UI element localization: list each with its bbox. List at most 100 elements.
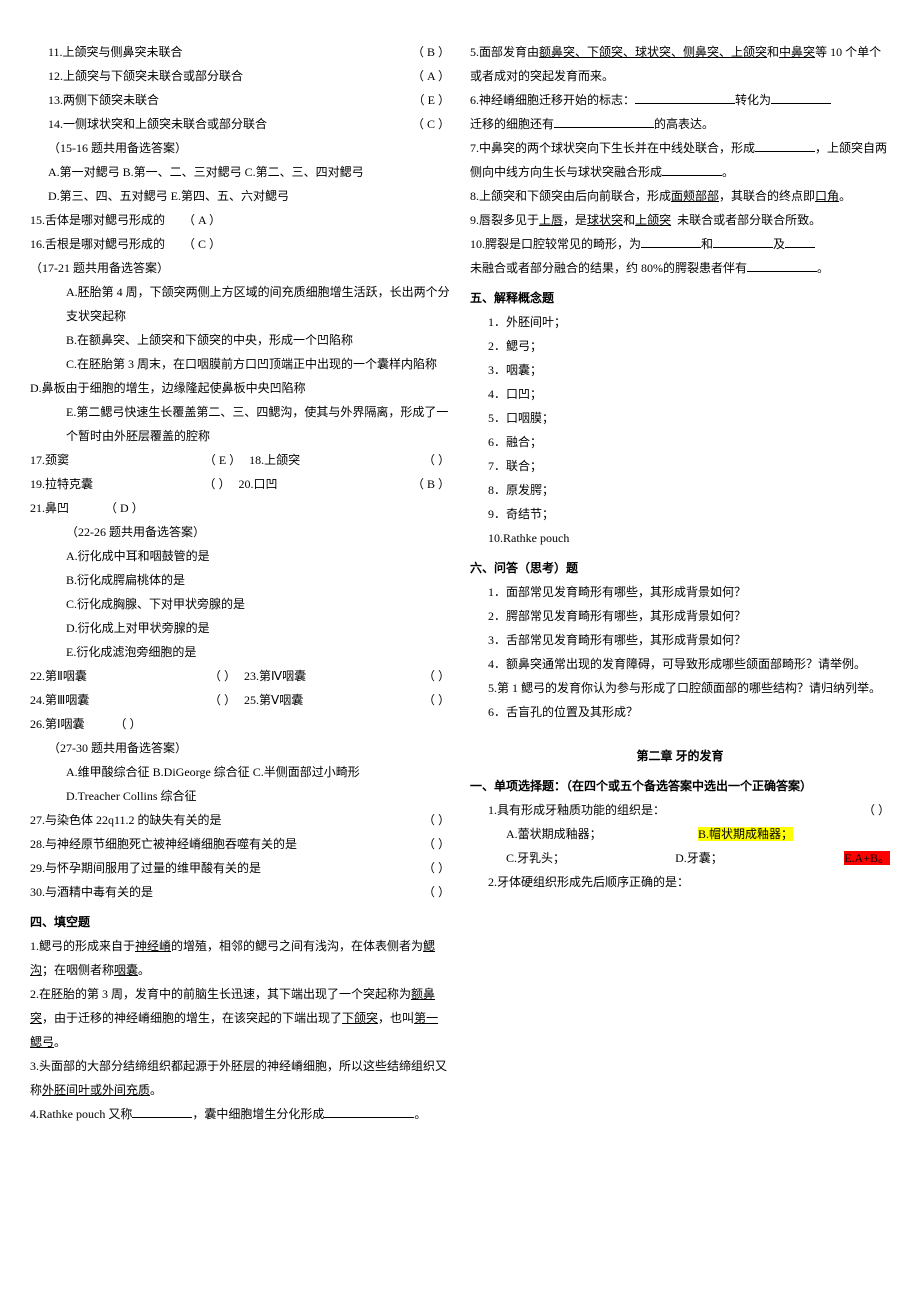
essay-3: 3．舌部常见发育畸形有哪些，其形成背景如何？ xyxy=(470,628,890,652)
f7a: 7.中鼻突的两个球状突向下生长并在中线处联合，形成 xyxy=(470,141,755,155)
f1g: 。 xyxy=(138,963,150,977)
mq1-opt-c: C.牙乳头； xyxy=(506,846,675,870)
concept-8: 8．原发腭； xyxy=(470,478,890,502)
q11-text: 11.上颌突与侧鼻突未联合 xyxy=(48,40,404,64)
f1a: 1.鳃弓的形成来自于 xyxy=(30,939,135,953)
f1f: 咽囊 xyxy=(114,963,138,977)
mq1-opt-e-highlight: E.A+B。 xyxy=(844,851,890,865)
section-5-title: 五、解释概念题 xyxy=(470,286,890,310)
q13-text: 13.两侧下颌突未联合 xyxy=(48,88,405,112)
f1b: 神经嵴 xyxy=(135,939,171,953)
f10c: 及 xyxy=(773,237,785,251)
blank-icon xyxy=(635,91,735,104)
fill-8: 8.上颌突和下颌突由后向前联合，形成面颊部部，其联合的终点即口角。 xyxy=(470,184,890,208)
essay-5: 5.第 1 鳃弓的发育你认为参与形成了口腔颌面部的哪些结构？请归纳列举。 xyxy=(470,676,890,700)
question-21: 21.鼻凹 （ D ） xyxy=(30,496,450,520)
section-1b-title: 一、单项选择题：（在四个或五个备选答案中选出一个正确答案） xyxy=(470,774,890,798)
q29-ans: （ ） xyxy=(415,856,450,880)
f9d: 球状突 xyxy=(587,213,623,227)
opt-a-22-26: A.衍化成中耳和咽鼓管的是 xyxy=(30,544,450,568)
concept-4: 4．口凹； xyxy=(470,382,890,406)
f2a: 2.在胚胎的第 3 周，发育中的前脑生长迅速，其下端出现了一个突起称为 xyxy=(30,987,411,1001)
section-6-title: 六、问答（思考）题 xyxy=(470,556,890,580)
q22-text: 22.第Ⅱ咽囊 xyxy=(30,664,209,688)
q28-text: 28.与神经原节细胞死亡被神经嵴细胞吞噬有关的是 xyxy=(30,832,415,856)
q28-ans: （ ） xyxy=(415,832,450,856)
f10b: 和 xyxy=(701,237,713,251)
q23-text: 23.第Ⅳ咽囊 xyxy=(236,664,423,688)
q25-ans: （ ） xyxy=(423,688,450,712)
f4b: ，囊中细胞增生分化形成 xyxy=(192,1107,324,1121)
fill-6: 6.神经嵴细胞迁移开始的标志：转化为 迁移的细胞还有的高表达。 xyxy=(470,88,890,136)
f8a: 8.上颌突和下颌突由后向前联合，形成 xyxy=(470,189,671,203)
question-26: 26.第Ⅰ咽囊 （ ） xyxy=(30,712,450,736)
question-16: 16.舌根是哪对鳃弓形成的 （ C ） xyxy=(30,232,450,256)
question-11: 11.上颌突与侧鼻突未联合（ B ） xyxy=(30,40,450,64)
fill-4: 4.Rathke pouch 又称，囊中细胞增生分化形成。 xyxy=(30,1102,450,1126)
q20-ans: （ B ） xyxy=(412,472,450,496)
q15-text: 15.舌体是哪对鳃弓形成的 xyxy=(30,213,165,227)
shared-27-30: （27-30 题共用备选答案） xyxy=(30,736,450,760)
opt-a-27-30: A.维甲酸综合征 B.DiGeorge 综合征 C.半侧面部过小畸形 xyxy=(30,760,450,784)
f9f: 上颌突 xyxy=(635,213,671,227)
question-28: 28.与神经原节细胞死亡被神经嵴细胞吞噬有关的是（ ） xyxy=(30,832,450,856)
chapter-2-title: 第二章 牙的发育 xyxy=(470,744,890,768)
f1e: ；在咽侧者称 xyxy=(42,963,114,977)
f8b: 面颊部部 xyxy=(671,189,719,203)
concept-10: 10.Rathke pouch xyxy=(470,526,890,550)
q16-ans: （ C ） xyxy=(183,237,221,251)
f9g: 未联合或者部分联合所致。 xyxy=(677,213,821,227)
q29-text: 29.与怀孕期间服用了过量的维甲酸有关的是 xyxy=(30,856,415,880)
fill-2: 2.在胚胎的第 3 周，发育中的前脑生长迅速，其下端出现了一个突起称为额鼻突，由… xyxy=(30,982,450,1054)
opt-d-27-30: D.Treacher Collins 综合征 xyxy=(30,784,450,808)
blank-icon xyxy=(132,1105,192,1118)
question-30: 30.与酒精中毒有关的是（ ） xyxy=(30,880,450,904)
f8d: 口角 xyxy=(815,189,839,203)
mq1-opt-a: A.蕾状期成釉器； xyxy=(506,822,698,846)
question-15: 15.舌体是哪对鳃弓形成的 （ A ） xyxy=(30,208,450,232)
f6c: 迁移的细胞还有 xyxy=(470,117,554,131)
opt-c-22-26: C.衍化成胸腺、下对甲状旁腺的是 xyxy=(30,592,450,616)
blank-icon xyxy=(641,235,701,248)
f2d: 下颌突 xyxy=(342,1011,378,1025)
left-column: 11.上颌突与侧鼻突未联合（ B ） 12.上颌突与下颌突未联合或部分联合（ A… xyxy=(30,40,450,1126)
question-12: 12.上颌突与下颌突未联合或部分联合（ A ） xyxy=(30,64,450,88)
mq1-opt-b-highlight: B.帽状期成釉器； xyxy=(698,827,793,841)
q20-text: 20.口凹 xyxy=(231,472,412,496)
f5a: 5.面部发育由 xyxy=(470,45,539,59)
concept-2: 2．鳃弓； xyxy=(470,334,890,358)
blank-icon xyxy=(747,259,817,272)
f10e: 。 xyxy=(817,261,829,275)
mc-question-2: 2.牙体硬组织形成先后顺序正确的是： xyxy=(470,870,890,894)
question-24-25: 24.第Ⅲ咽囊 （ ） 25.第Ⅴ咽囊 （ ） xyxy=(30,688,450,712)
q26-text: 26.第Ⅰ咽囊 xyxy=(30,717,85,731)
blank-icon xyxy=(755,139,815,152)
opt-d-15-16: D.第三、四、五对鳃弓 E.第四、五、六对鳃弓 xyxy=(30,184,450,208)
opt-e-22-26: E.衍化成滤泡旁细胞的是 xyxy=(30,640,450,664)
q16-text: 16.舌根是哪对鳃弓形成的 xyxy=(30,237,165,251)
blank-icon xyxy=(785,235,815,248)
blank-icon xyxy=(771,91,831,104)
q30-ans: （ ） xyxy=(415,880,450,904)
shared-15-16: （15-16 题共用备选答案） xyxy=(30,136,450,160)
concept-5: 5．口咽膜； xyxy=(470,406,890,430)
blank-icon xyxy=(662,163,722,176)
opt-e-17-21: E.第二鳃弓快速生长覆盖第二、三、四鳃沟，使其与外界隔离，形成了一个暂时由外胚层… xyxy=(30,400,450,448)
f5c: 和 xyxy=(767,45,779,59)
q24-text: 24.第Ⅲ咽囊 xyxy=(30,688,209,712)
essay-2: 2．腭部常见发育畸形有哪些，其形成背景如何？ xyxy=(470,604,890,628)
opt-b-22-26: B.衍化成腭扁桃体的是 xyxy=(30,568,450,592)
q15-ans: （ A ） xyxy=(183,213,221,227)
q12-ans: （ A ） xyxy=(404,64,450,88)
fill-10: 10.腭裂是口腔较常见的畸形，为和及 未融合或者部分融合的结果，约 80%的腭裂… xyxy=(470,232,890,280)
f8c: ，其联合的终点即 xyxy=(719,189,815,203)
fill-3: 3.头面部的大部分结缔组织都起源于外胚层的神经嵴细胞，所以这些结缔组织又称外胚间… xyxy=(30,1054,450,1102)
section-4-title: 四、填空题 xyxy=(30,910,450,934)
question-17-18: 17.颈窦 （ E ） 18.上颌突 （ ） xyxy=(30,448,450,472)
question-22-23: 22.第Ⅱ咽囊 （ ） 23.第Ⅳ咽囊 （ ） xyxy=(30,664,450,688)
opt-a-15-16: A.第一对鳃弓 B.第一、二、三对鳃弓 C.第二、三、四对鳃弓 xyxy=(30,160,450,184)
concept-7: 7．联合； xyxy=(470,454,890,478)
q21-ans: （ D ） xyxy=(105,501,144,515)
f4c: 。 xyxy=(414,1107,426,1121)
mq1-ans: （ ） xyxy=(855,798,890,822)
